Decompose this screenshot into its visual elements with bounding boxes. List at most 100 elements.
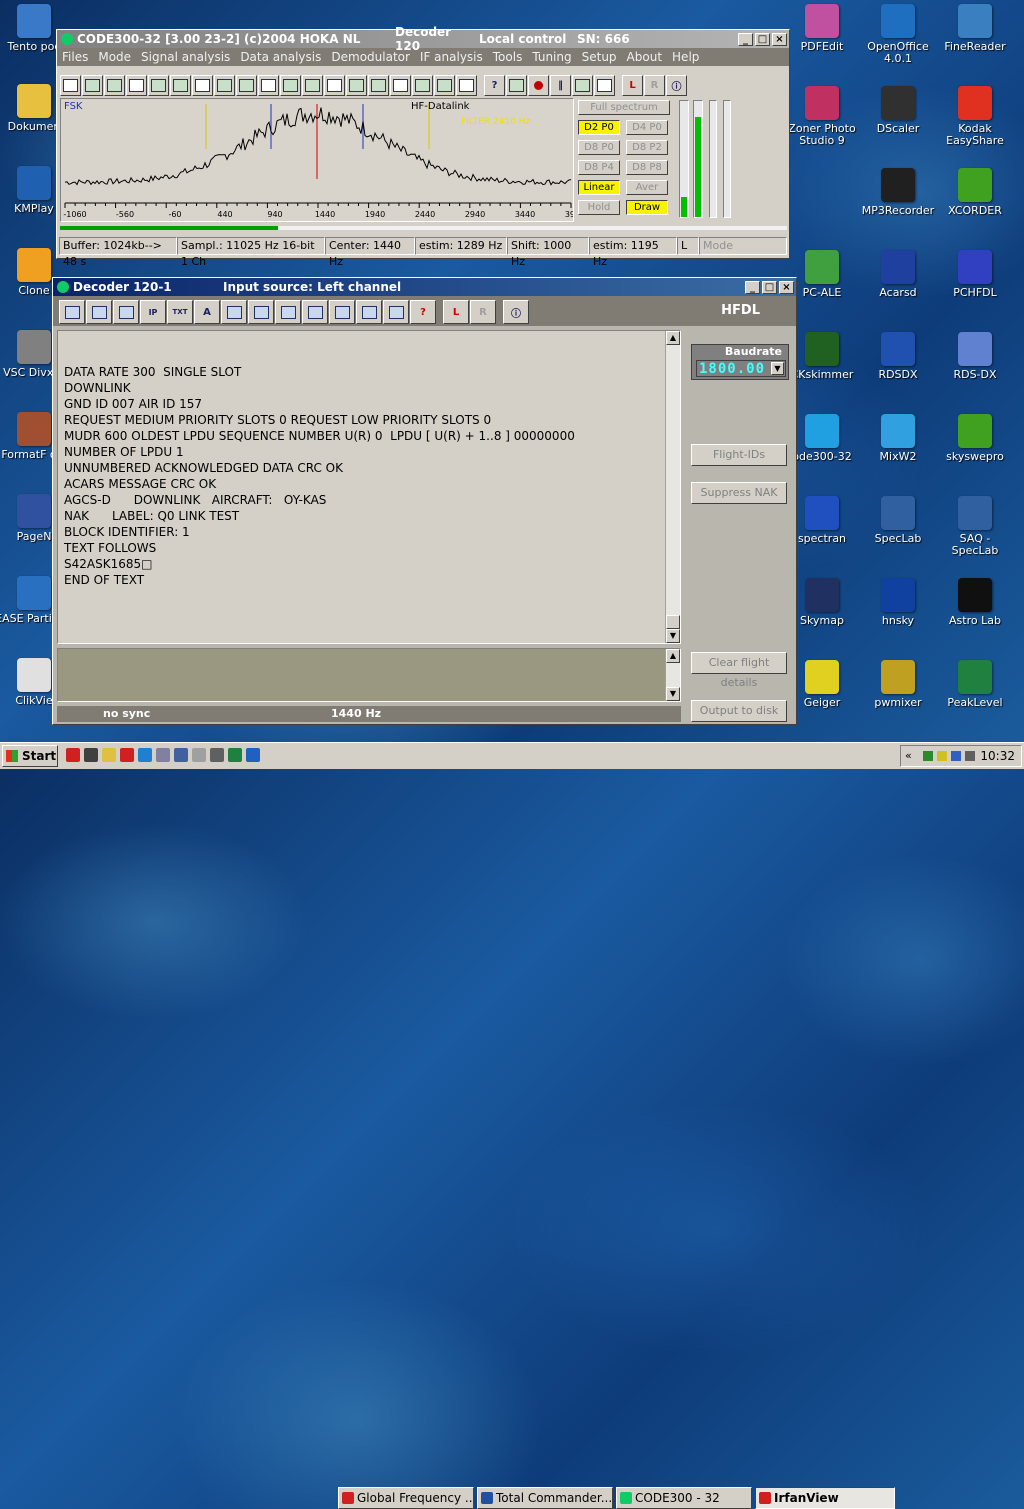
copy-icon[interactable] (572, 74, 593, 96)
meter-icon[interactable] (434, 74, 455, 96)
decoder-info-icon[interactable]: ⓘ (503, 300, 529, 324)
speaker-icon[interactable] (506, 74, 527, 96)
suppress-nak-button[interactable]: Suppress NAK (691, 482, 787, 504)
decoder-lower-output[interactable]: ▲ ▼ (57, 648, 681, 702)
desktop-icon-right-3[interactable]: Zoner Photo Studio 9 (782, 86, 862, 147)
sonagram-icon[interactable] (258, 74, 279, 96)
stripes-icon[interactable] (346, 74, 367, 96)
task-button-2[interactable]: CODE300 - 32 (616, 1487, 752, 1509)
task-button-0[interactable]: Global Frequency ... (338, 1487, 474, 1509)
lower-scroll-up-button[interactable]: ▲ (666, 649, 680, 663)
desktop-icon-right-10[interactable]: PCHFDL (935, 250, 1015, 299)
menu-item-about[interactable]: About (622, 50, 667, 64)
decoder-baud-icon[interactable] (113, 300, 139, 324)
desktop-icon-right-6[interactable]: MP3Recorder (858, 168, 938, 217)
menu-item-files[interactable]: Files (57, 50, 93, 64)
menu-item-tuning[interactable]: Tuning (527, 50, 576, 64)
scope-icon[interactable] (104, 74, 125, 96)
clear-flight-button[interactable]: Clear flight details (691, 652, 787, 689)
desktop-icon-right-2[interactable]: FineReader (935, 4, 1015, 53)
flight-ids-button[interactable]: Flight-IDs (691, 444, 787, 466)
decoder-ip-icon[interactable]: IP (140, 300, 166, 324)
desktop-icon-right-15[interactable]: MixW2 (858, 414, 938, 463)
record-icon[interactable] (528, 74, 549, 96)
draw-button[interactable]: Draw (626, 200, 668, 215)
pause-icon[interactable]: ‖ (550, 74, 571, 96)
waterfall-icon[interactable] (280, 74, 301, 96)
lines-icon[interactable] (390, 74, 411, 96)
desktop-icon-right-0[interactable]: PDFEdit (782, 4, 862, 53)
tray-network-icon[interactable] (923, 751, 933, 761)
quicklaunch-tools-icon[interactable] (174, 748, 188, 762)
decoder-grid-icon[interactable] (329, 300, 355, 324)
hold-button[interactable]: Hold (578, 200, 620, 215)
main-titlebar[interactable]: CODE300-32 [3.00 23-2] (c)2004 HOKA NL D… (57, 25, 789, 53)
decoder-binoculars-icon[interactable] (248, 300, 274, 324)
desktop-icon-right-24[interactable]: pwmixer (858, 660, 938, 709)
eye-icon[interactable] (324, 74, 345, 96)
grid-icon[interactable] (302, 74, 323, 96)
desktop-icon-right-18[interactable]: SpecLab (858, 496, 938, 545)
tray-monitor-icon[interactable] (951, 751, 961, 761)
decoder-tuning-icon[interactable] (59, 300, 85, 324)
mode-icon[interactable] (82, 74, 103, 96)
desktop-icon-right-13[interactable]: RDS-DX (935, 332, 1015, 381)
tray-security-icon[interactable] (937, 751, 947, 761)
decoder-output[interactable]: DATA RATE 300 SINGLE SLOT DOWNLINK GND ID … (57, 330, 681, 644)
quicklaunch-media-icon[interactable] (84, 748, 98, 762)
quicklaunch-flag-icon[interactable] (228, 748, 242, 762)
d8p4-button[interactable]: D8 P4 (578, 160, 620, 175)
decoder-print-icon[interactable] (275, 300, 301, 324)
desktop-icon-right-9[interactable]: Acarsd (858, 250, 938, 299)
decoder-titlebar[interactable]: Decoder 120-1 Input source: Left channel… (53, 278, 796, 296)
decoder-recycle-icon[interactable] (356, 300, 382, 324)
quicklaunch-puzzle-icon[interactable] (120, 748, 134, 762)
task-button-3[interactable]: IrfanView (755, 1487, 895, 1509)
tray-volume-icon[interactable] (965, 751, 975, 761)
desktop-icon-right-21[interactable]: hnsky (858, 578, 938, 627)
lower-scroll-down-button[interactable]: ▼ (666, 687, 680, 701)
decoder-shell-icon[interactable] (302, 300, 328, 324)
dial-icon[interactable] (594, 74, 615, 96)
desktop-icon-right-1[interactable]: OpenOffice 4.0.1 (858, 4, 938, 65)
menu-item-demodulator[interactable]: Demodulator (326, 50, 415, 64)
decoder-arrows-icon[interactable] (383, 300, 409, 324)
aver-button[interactable]: Aver (626, 180, 668, 195)
d8p2-button[interactable]: D8 P2 (626, 140, 668, 155)
scroll-up-button[interactable]: ▲ (666, 331, 680, 345)
desktop-icon-right-5[interactable]: Kodak EasyShare (935, 86, 1015, 147)
d2p0-button[interactable]: D2 P0 (578, 120, 620, 135)
lower-scrollbar[interactable]: ▲ ▼ (665, 649, 680, 701)
decoder-copy-icon[interactable] (221, 300, 247, 324)
tune-icon[interactable] (126, 74, 147, 96)
left-channel-icon[interactable]: L (622, 74, 643, 96)
quicklaunch-ie-icon[interactable] (246, 748, 260, 762)
menu-item-tools[interactable]: Tools (488, 50, 528, 64)
scroll-down-button[interactable]: ▼ (666, 629, 680, 643)
desktop-icon-right-25[interactable]: PeakLevel (935, 660, 1015, 709)
decoder-font-icon[interactable]: A (194, 300, 220, 324)
bars-icon[interactable] (148, 74, 169, 96)
decoder-scrollbar[interactable]: ▲ ▼ (665, 331, 680, 643)
baudrate-select[interactable]: 1800.00 ▼ (696, 360, 786, 377)
tray-chevron-icon[interactable]: « (905, 749, 912, 762)
quicklaunch-tool-icon[interactable] (210, 748, 224, 762)
scroll-thumb[interactable] (666, 615, 680, 629)
bullseye-icon[interactable] (236, 74, 257, 96)
bits-icon[interactable] (456, 74, 477, 96)
menu-item-data-analysis[interactable]: Data analysis (235, 50, 326, 64)
d8p8-button[interactable]: D8 P8 (626, 160, 668, 175)
d8p0-button[interactable]: D8 P0 (578, 140, 620, 155)
d4p0-button[interactable]: D4 P0 (626, 120, 668, 135)
decoder-help-icon[interactable]: ? (410, 300, 436, 324)
cross-icon[interactable] (214, 74, 235, 96)
menu-item-setup[interactable]: Setup (577, 50, 622, 64)
decoder-close-button[interactable]: × (779, 280, 794, 294)
right-channel-icon[interactable]: R (644, 74, 665, 96)
chevron-down-icon[interactable]: ▼ (771, 362, 784, 375)
desktop-icon-right-19[interactable]: SAQ - SpecLab (935, 496, 1015, 557)
spectrum-b-icon[interactable] (192, 74, 213, 96)
menu-item-mode[interactable]: Mode (93, 50, 136, 64)
maximize-button[interactable]: □ (755, 32, 770, 46)
full-spectrum-button[interactable]: Full spectrum (578, 100, 670, 115)
